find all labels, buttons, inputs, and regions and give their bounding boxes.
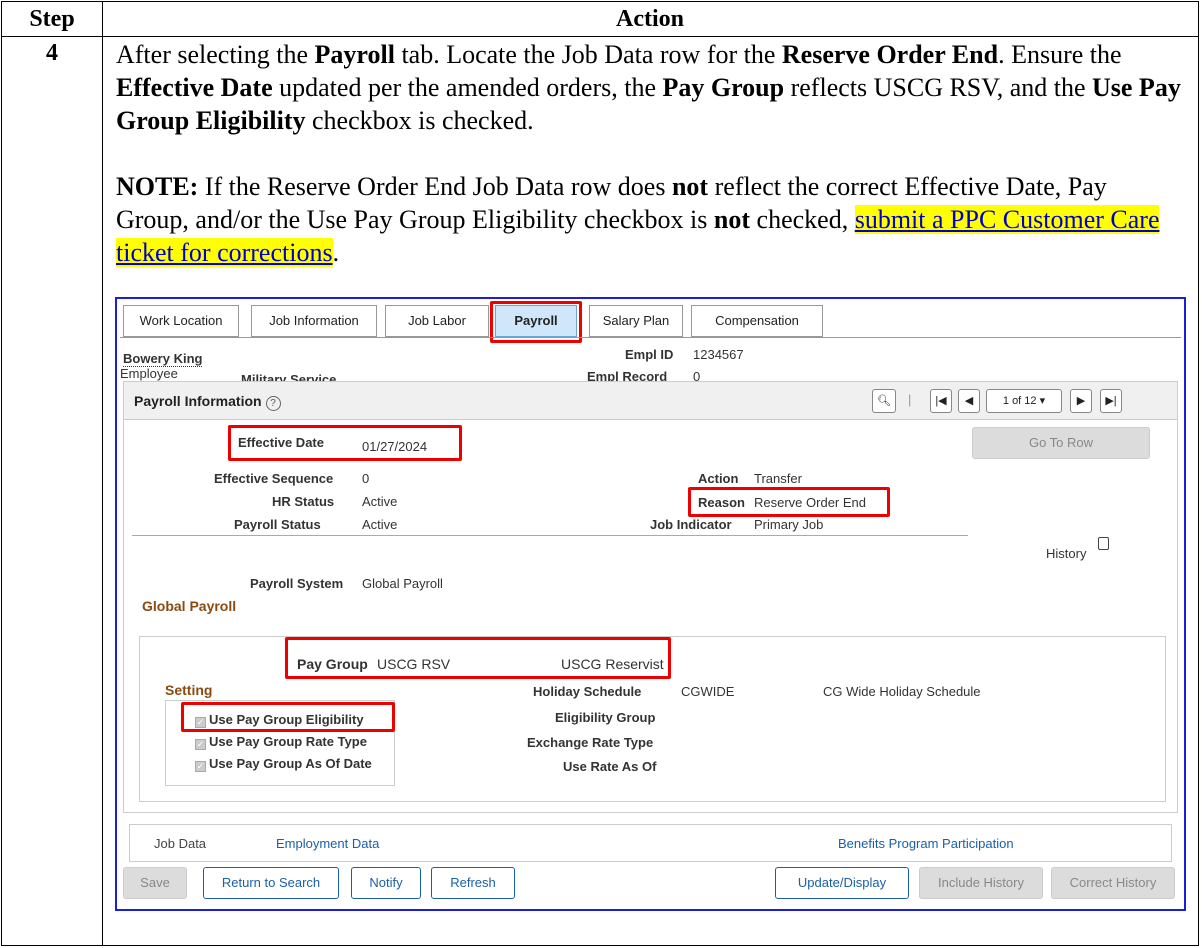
step-number: 4 bbox=[46, 40, 58, 66]
use-rate-as-of-label: Use Rate As Of bbox=[563, 759, 657, 774]
action-value: Transfer bbox=[754, 471, 802, 486]
holiday-schedule-description: CG Wide Holiday Schedule bbox=[823, 684, 981, 699]
employee-name[interactable]: Bowery King bbox=[123, 351, 203, 367]
refresh-button[interactable]: Refresh bbox=[431, 867, 515, 899]
highlight-pay-group bbox=[285, 637, 671, 679]
tab-salary-plan[interactable]: Salary Plan bbox=[589, 305, 683, 337]
employee-label: Employee bbox=[120, 366, 178, 381]
job-indicator-value: Primary Job bbox=[754, 517, 824, 532]
history-label: History bbox=[1046, 546, 1087, 561]
payroll-status-label: Payroll Status bbox=[234, 517, 321, 532]
tab-underline bbox=[120, 337, 1181, 338]
benefits-program-link[interactable]: Benefits Program Participation bbox=[838, 836, 1014, 851]
empl-id-label: Empl ID bbox=[625, 347, 674, 362]
payroll-screenshot: Work Location Job Information Job Labor … bbox=[115, 297, 1186, 911]
highlight-effective-date bbox=[228, 425, 462, 461]
header-action: Action bbox=[616, 6, 684, 32]
notify-button[interactable]: Notify bbox=[351, 867, 421, 899]
employment-data-link[interactable]: Employment Data bbox=[276, 836, 379, 851]
update-display-button[interactable]: Update/Display bbox=[775, 867, 909, 899]
instruction-paragraph: After selecting the Payroll tab. Locate … bbox=[116, 40, 1181, 135]
return-to-search-button[interactable]: Return to Search bbox=[203, 867, 339, 899]
save-button[interactable]: Save bbox=[123, 867, 187, 899]
use-pay-group-as-of-date-checkbox[interactable]: ✓ Use Pay Group As Of Date bbox=[195, 756, 372, 772]
next-row-icon[interactable]: ▶ bbox=[1070, 389, 1092, 413]
section-separator bbox=[132, 535, 968, 536]
global-payroll-title: Global Payroll bbox=[142, 598, 237, 614]
row-pager-select[interactable]: 1 of 12 ▾ bbox=[986, 389, 1062, 413]
history-icon[interactable] bbox=[1098, 537, 1109, 550]
tab-work-location[interactable]: Work Location bbox=[123, 305, 239, 337]
header-divider bbox=[2, 36, 1198, 37]
first-row-icon[interactable]: |◀ bbox=[930, 389, 952, 413]
tab-job-information[interactable]: Job Information bbox=[251, 305, 377, 337]
effective-sequence-label: Effective Sequence bbox=[214, 471, 334, 486]
instruction-text: After selecting the Payroll tab. Locate … bbox=[116, 38, 1186, 269]
correct-history-button[interactable]: Correct History bbox=[1051, 867, 1175, 899]
search-icon[interactable]: 🔍︎ bbox=[872, 389, 896, 413]
header-step: Step bbox=[29, 6, 75, 32]
holiday-schedule-label: Holiday Schedule bbox=[533, 684, 642, 699]
include-history-button[interactable]: Include History bbox=[919, 867, 1043, 899]
highlight-reason bbox=[688, 487, 890, 517]
previous-row-icon[interactable]: ◀ bbox=[958, 389, 980, 413]
effective-sequence-value: 0 bbox=[362, 471, 370, 486]
job-indicator-label: Job Indicator bbox=[650, 517, 732, 532]
note-paragraph: NOTE: If the Reserve Order End Job Data … bbox=[116, 172, 1160, 267]
payroll-status-value: Active bbox=[362, 517, 398, 532]
panel-header: Payroll Information? 🔍︎ | |◀ ◀ 1 of 12 ▾… bbox=[124, 382, 1177, 420]
nav-separator: | bbox=[908, 392, 912, 407]
hr-status-label: HR Status bbox=[272, 494, 335, 509]
go-to-row-button: Go To Row bbox=[972, 427, 1150, 459]
setting-title: Setting bbox=[165, 682, 213, 698]
payroll-system-label: Payroll System bbox=[250, 576, 344, 591]
action-label: Action bbox=[698, 471, 739, 486]
exchange-rate-type-label: Exchange Rate Type bbox=[527, 735, 654, 750]
column-divider bbox=[102, 2, 103, 945]
last-row-icon[interactable]: ▶| bbox=[1100, 389, 1122, 413]
job-data-link: Job Data bbox=[154, 836, 207, 851]
empl-id-value: 1234567 bbox=[693, 347, 744, 362]
help-icon[interactable]: ? bbox=[265, 396, 281, 411]
highlight-eligibility bbox=[181, 702, 395, 732]
panel-title: Payroll Information? bbox=[134, 393, 281, 411]
payroll-system-value: Global Payroll bbox=[362, 576, 443, 591]
tab-compensation[interactable]: Compensation bbox=[691, 305, 823, 337]
eligibility-group-label: Eligibility Group bbox=[555, 710, 656, 725]
hr-status-value: Active bbox=[362, 494, 398, 509]
use-pay-group-rate-type-checkbox[interactable]: ✓ Use Pay Group Rate Type bbox=[195, 734, 367, 750]
holiday-schedule-value: CGWIDE bbox=[681, 684, 735, 699]
related-links-bar: Job Data Employment Data Benefits Progra… bbox=[129, 824, 1172, 862]
tab-job-labor[interactable]: Job Labor bbox=[385, 305, 489, 337]
